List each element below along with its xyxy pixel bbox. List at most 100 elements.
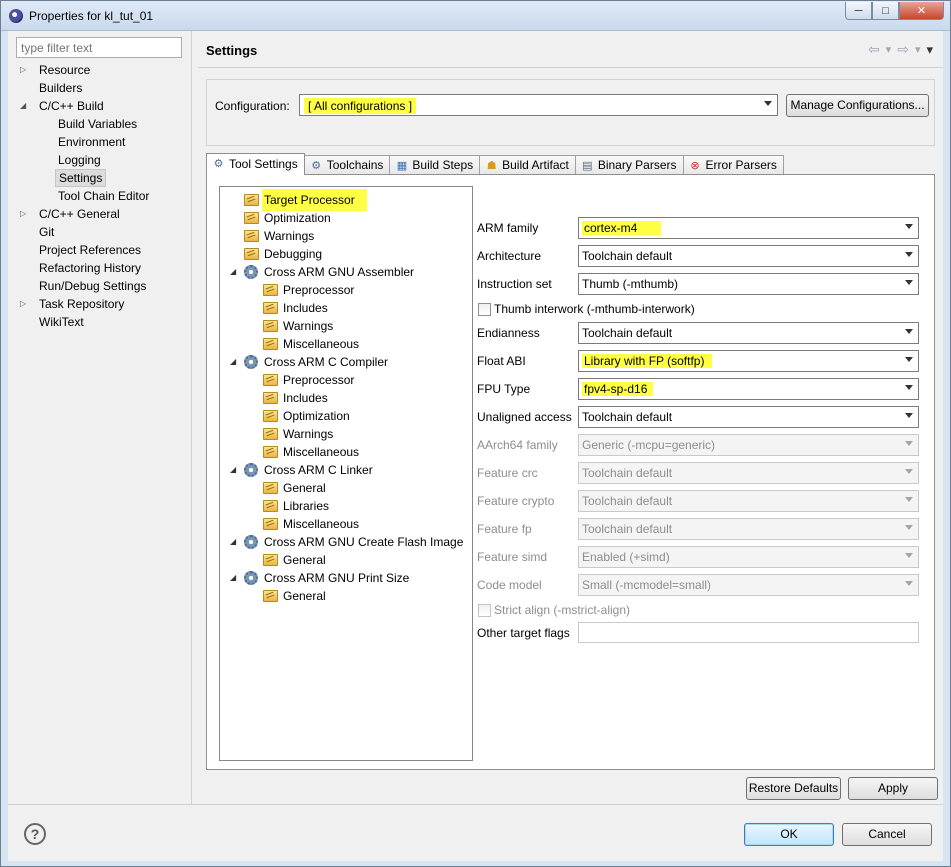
tree-item[interactable]: Preprocessor <box>220 281 472 299</box>
chevron-down-icon <box>905 441 913 446</box>
sash[interactable] <box>191 31 192 804</box>
title-bar: Properties for kl_tut_01 ─ □ ✕ <box>1 1 950 31</box>
nav-item[interactable]: ◢ C/C++ Build <box>16 97 196 115</box>
history-nav: ⇦ ▾ ⇨ ▾ ▾ <box>868 41 933 58</box>
tree-item[interactable]: Target Processor <box>220 189 472 211</box>
view-menu-icon[interactable]: ▾ <box>926 41 933 58</box>
tree-item[interactable]: Warnings <box>220 425 472 443</box>
nav-item[interactable]: Git <box>16 223 196 241</box>
nav-item[interactable]: Run/Debug Settings <box>16 277 196 295</box>
tree-item[interactable]: ◢ Cross ARM C Linker <box>220 461 472 479</box>
tree-item[interactable]: ◢ Cross ARM GNU Create Flash Image <box>220 533 472 551</box>
folder-options-icon <box>244 194 259 206</box>
configuration-select[interactable]: [ All configurations ] <box>299 94 778 116</box>
tree-item[interactable]: Miscellaneous <box>220 515 472 533</box>
nav-item[interactable]: Refactoring History <box>16 259 196 277</box>
collapse-arrow-icon[interactable]: ◢ <box>230 353 239 371</box>
float-abi-select[interactable]: Library with FP (softfp) <box>578 350 919 372</box>
thumb-interwork-label[interactable]: Thumb interwork (-mthumb-interwork) <box>494 302 695 316</box>
tree-item[interactable]: ◢ Cross ARM C Compiler <box>220 353 472 371</box>
tree-item[interactable]: ◢ Cross ARM GNU Assembler <box>220 263 472 281</box>
collapse-arrow-icon[interactable]: ◢ <box>230 461 239 479</box>
forward-menu-icon[interactable]: ▾ <box>915 41 921 58</box>
manage-configurations-button[interactable]: Manage Configurations... <box>786 94 929 117</box>
collapse-arrow-icon[interactable]: ◢ <box>230 533 239 551</box>
gear-icon <box>244 355 258 369</box>
folder-options-icon <box>263 482 278 494</box>
tree-item[interactable]: Warnings <box>220 227 472 245</box>
tab-error-parsers[interactable]: ⊗ Error Parsers <box>682 155 784 175</box>
tree-item[interactable]: ◢ Cross ARM GNU Print Size <box>220 569 472 587</box>
nav-item-label: C/C++ Build <box>39 99 104 113</box>
collapse-arrow-icon[interactable]: ◢ <box>230 263 239 281</box>
tab-binary-parsers[interactable]: ▤ Binary Parsers <box>574 155 684 175</box>
nav-item[interactable]: WikiText <box>16 313 196 331</box>
arm-family-value: cortex-m4 <box>582 221 662 235</box>
back-icon[interactable]: ⇦ <box>868 41 880 58</box>
tab-label: Binary Parsers <box>597 158 677 172</box>
nav-item[interactable]: Builders <box>16 79 196 97</box>
collapse-arrow-icon[interactable]: ◢ <box>230 569 239 587</box>
tree-item[interactable]: Warnings <box>220 317 472 335</box>
close-button[interactable]: ✕ <box>899 2 944 20</box>
expand-arrow-icon[interactable]: ▷ <box>20 205 30 223</box>
nav-item[interactable]: Tool Chain Editor <box>16 187 196 205</box>
tree-item[interactable]: Miscellaneous <box>220 335 472 353</box>
tree-item[interactable]: Libraries <box>220 497 472 515</box>
instruction-set-select[interactable]: Thumb (-mthumb) <box>578 273 919 295</box>
endianness-select[interactable]: Toolchain default <box>578 322 919 344</box>
feature-crc-label: Feature crc <box>477 466 538 480</box>
back-menu-icon[interactable]: ▾ <box>886 41 892 58</box>
thumb-interwork-checkbox[interactable] <box>478 303 491 316</box>
minimize-button[interactable]: ─ <box>845 2 872 20</box>
float-abi-label: Float ABI <box>477 354 526 368</box>
chevron-down-icon <box>905 280 913 285</box>
maximize-button[interactable]: □ <box>872 2 899 20</box>
help-icon[interactable]: ? <box>24 823 46 845</box>
tree-item[interactable]: Includes <box>220 389 472 407</box>
folder-options-icon <box>263 374 278 386</box>
expand-arrow-icon[interactable]: ▷ <box>20 61 30 79</box>
unaligned-access-select[interactable]: Toolchain default <box>578 406 919 428</box>
nav-item[interactable]: ▷ C/C++ General <box>16 205 196 223</box>
tab-build-artifact[interactable]: ☗ Build Artifact <box>479 155 576 175</box>
chevron-down-icon <box>905 413 913 418</box>
tree-item-label: Miscellaneous <box>283 337 360 351</box>
tree-item[interactable]: Optimization <box>220 209 472 227</box>
arm-family-select[interactable]: cortex-m4 <box>578 217 919 239</box>
tree-item[interactable]: Debugging <box>220 245 472 263</box>
collapse-arrow-icon[interactable]: ◢ <box>20 97 30 115</box>
ok-button[interactable]: OK <box>744 823 834 846</box>
restore-defaults-button[interactable]: Restore Defaults <box>746 777 841 800</box>
nav-item[interactable]: ▷ Task Repository <box>16 295 196 313</box>
nav-item-label: Logging <box>58 153 101 167</box>
apply-button[interactable]: Apply <box>848 777 938 800</box>
nav-item[interactable]: Environment <box>16 133 196 151</box>
architecture-select[interactable]: Toolchain default <box>578 245 919 267</box>
tab-toolchains[interactable]: ⚙ Toolchains <box>303 155 391 175</box>
tree-item[interactable]: General <box>220 587 472 605</box>
tree-item[interactable]: General <box>220 479 472 497</box>
tab-tool-settings[interactable]: ⚙ Tool Settings <box>206 153 305 175</box>
filter-input[interactable] <box>16 37 182 58</box>
nav-item[interactable]: Build Variables <box>16 115 196 133</box>
tree-item-label: Miscellaneous <box>283 445 360 459</box>
nav-item[interactable]: Settings <box>16 169 196 187</box>
tree-item[interactable]: Optimization <box>220 407 472 425</box>
tab-build-steps[interactable]: ▦ Build Steps <box>389 155 481 175</box>
tree-item[interactable]: Miscellaneous <box>220 443 472 461</box>
tree-item[interactable]: Preprocessor <box>220 371 472 389</box>
tree-item[interactable]: Includes <box>220 299 472 317</box>
other-target-flags-input[interactable] <box>578 622 919 643</box>
tree-item[interactable]: General <box>220 551 472 569</box>
nav-item[interactable]: ▷ Resource <box>16 61 196 79</box>
cancel-button[interactable]: Cancel <box>842 823 932 846</box>
float-abi-value: Library with FP (softfp) <box>582 354 713 368</box>
nav-item[interactable]: Logging <box>16 151 196 169</box>
expand-arrow-icon[interactable]: ▷ <box>20 295 30 313</box>
forward-icon[interactable]: ⇨ <box>897 41 909 58</box>
nav-item[interactable]: Project References <box>16 241 196 259</box>
property-nav-tree: ▷ Resource Builders ◢ C/C++ Build Build Varia… <box>16 61 196 331</box>
tab-label: Build Artifact <box>502 158 569 172</box>
fpu-type-select[interactable]: fpv4-sp-d16 <box>578 378 919 400</box>
